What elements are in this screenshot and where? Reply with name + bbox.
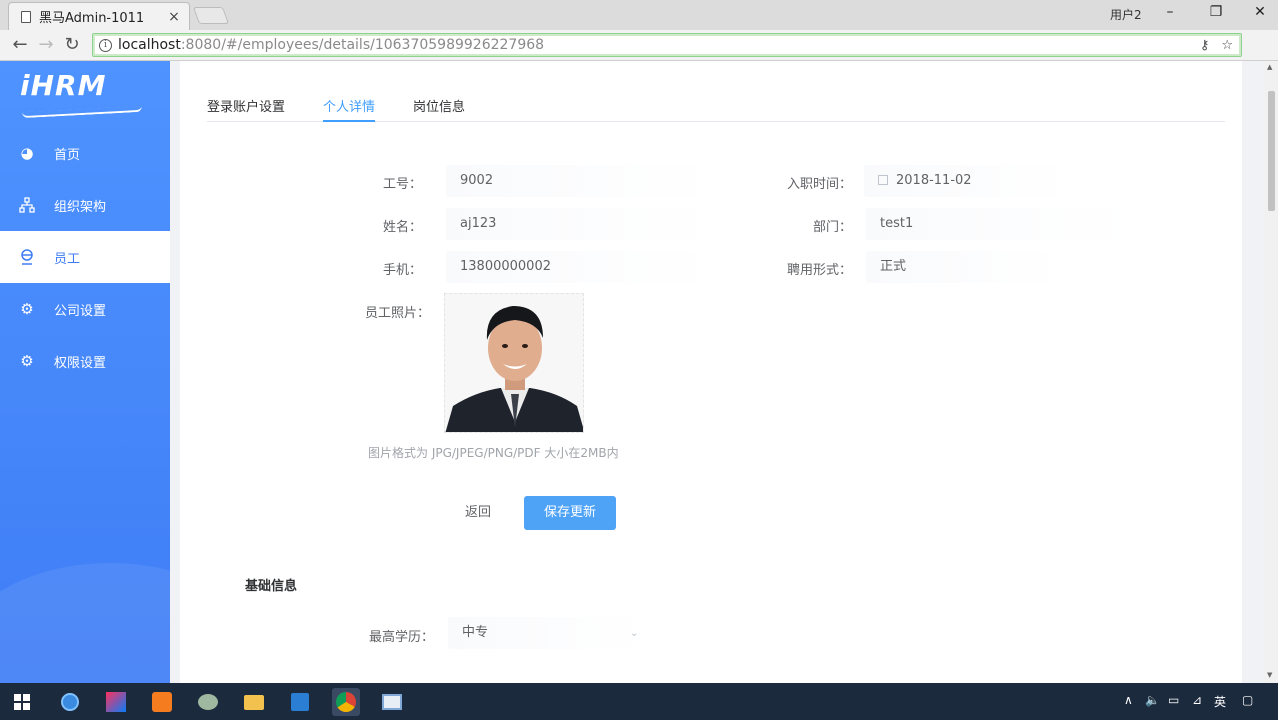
ie-icon[interactable]	[56, 688, 84, 716]
intellij-icon[interactable]	[102, 688, 130, 716]
sublime-icon[interactable]	[148, 688, 176, 716]
close-icon[interactable]: ✕	[1250, 4, 1270, 20]
sidebar-item-label: 员工	[54, 251, 81, 267]
forward-icon[interactable]: →	[36, 35, 56, 55]
volume-icon[interactable]: 🔈	[1145, 693, 1160, 707]
dashboard-icon: ◕	[20, 144, 34, 162]
app-icon[interactable]	[194, 688, 222, 716]
window-icon[interactable]	[378, 688, 406, 716]
reload-icon[interactable]: ↻	[62, 35, 82, 55]
tab-title: 黑马Admin-1011	[39, 11, 145, 26]
phone-field[interactable]: 13800000002	[446, 251, 716, 283]
employment-type-select[interactable]: 正式	[866, 251, 1062, 283]
main-content: 登录账户设置 个人详情 岗位信息 工号： 9002 入职时间： 2018-11-…	[170, 61, 1265, 701]
browser-user-label[interactable]: 用户2	[1110, 6, 1142, 23]
network-icon[interactable]: ⊿	[1192, 693, 1202, 707]
address-bar-row: ← → ↻ i localhost :8080/#/employees/deta…	[0, 30, 1278, 61]
notification-icon[interactable]: ▢	[1242, 693, 1253, 707]
sidebar-item-permission-settings[interactable]: ⚙ 权限设置	[0, 335, 170, 387]
chrome-icon[interactable]	[332, 688, 360, 716]
hire-date-label: 入职时间：	[786, 177, 852, 192]
logo: iHRM	[20, 69, 107, 102]
calendar-icon	[878, 175, 888, 185]
back-icon[interactable]: ←	[10, 35, 30, 55]
sidebar-item-label: 权限设置	[54, 355, 107, 371]
employment-type-label: 聘用形式：	[786, 263, 852, 278]
sidebar: iHRM ◕ 首页 组织架构 员工 ⚙ 公司设置 ⚙ 权限设置	[0, 61, 170, 683]
photo-label: 员工照片：	[364, 306, 430, 321]
department-label: 部门：	[812, 220, 852, 235]
employee-no-label: 工号：	[382, 177, 422, 192]
taskbar: ∧ 🔈 ▭ ⊿ 英 ▢	[0, 683, 1278, 720]
photo-format-hint: 图片格式为 JPG/JPEG/PNG/PDF 大小在2MB内	[368, 446, 619, 460]
sidebar-item-org[interactable]: 组织架构	[0, 179, 170, 231]
page-scrollbar[interactable]: ▲ ▼	[1265, 61, 1278, 683]
doc-icon	[21, 10, 31, 23]
section-title-basic-info: 基础信息	[245, 579, 298, 594]
org-chart-icon	[18, 196, 36, 214]
employee-icon	[18, 248, 36, 266]
battery-icon[interactable]: ▭	[1168, 693, 1179, 707]
tab-close-icon[interactable]: ×	[167, 9, 181, 25]
scroll-up-icon[interactable]: ▲	[1267, 63, 1272, 71]
tab-personal-details[interactable]: 个人详情	[323, 96, 376, 122]
employee-no-field[interactable]: 9002	[446, 165, 716, 197]
vscode-icon[interactable]	[286, 688, 314, 716]
sidebar-menu: ◕ 首页 组织架构 员工 ⚙ 公司设置 ⚙ 权限设置	[0, 127, 170, 387]
url-input[interactable]: i localhost :8080/#/employees/details/10…	[92, 33, 1242, 57]
department-field[interactable]: test1	[866, 208, 1134, 240]
tab-login-account[interactable]: 登录账户设置	[207, 96, 285, 122]
scroll-down-icon[interactable]: ▼	[1267, 671, 1272, 679]
chevron-up-icon[interactable]: ∧	[1124, 693, 1133, 707]
maximize-icon[interactable]: ❐	[1206, 4, 1226, 20]
chevron-down-icon[interactable]: ⌄	[630, 628, 638, 639]
sidebar-item-company-settings[interactable]: ⚙ 公司设置	[0, 283, 170, 335]
sidebar-item-label: 组织架构	[54, 199, 107, 215]
sidebar-item-employees[interactable]: 员工	[0, 231, 170, 283]
employee-photo-uploader[interactable]	[444, 293, 584, 433]
star-icon[interactable]: ☆	[1221, 38, 1233, 53]
gear-icon: ⚙	[20, 300, 34, 318]
new-tab-button[interactable]	[192, 7, 230, 24]
sidebar-item-home[interactable]: ◕ 首页	[0, 127, 170, 179]
phone-label: 手机：	[382, 263, 422, 278]
hire-date-value: 2018-11-02	[896, 173, 972, 188]
browser-tab[interactable]: 黑马Admin-1011 ×	[8, 2, 190, 30]
start-icon[interactable]	[8, 688, 36, 716]
education-select[interactable]: 中专	[448, 617, 648, 649]
hire-date-field[interactable]: 2018-11-02	[864, 165, 1074, 197]
employee-photo	[445, 294, 583, 432]
sidebar-item-label: 公司设置	[54, 303, 107, 319]
name-label: 姓名：	[382, 220, 422, 235]
ime-indicator[interactable]: 英	[1214, 693, 1226, 710]
gear-icon: ⚙	[20, 352, 34, 370]
folder-icon[interactable]	[240, 688, 268, 716]
minimize-icon[interactable]: –	[1160, 4, 1180, 20]
scrollbar-thumb[interactable]	[1268, 91, 1275, 211]
key-icon[interactable]: ⚷	[1200, 38, 1210, 53]
details-card: 登录账户设置 个人详情 岗位信息 工号： 9002 入职时间： 2018-11-…	[180, 61, 1242, 701]
sidebar-item-label: 首页	[54, 147, 81, 163]
url-host: localhost	[118, 37, 181, 53]
back-button[interactable]: 返回	[448, 497, 508, 529]
info-icon[interactable]: i	[99, 38, 112, 52]
save-button[interactable]: 保存更新	[524, 496, 616, 530]
url-path: :8080/#/employees/details/10637059899262…	[180, 37, 545, 53]
detail-tabs: 登录账户设置 个人详情 岗位信息	[207, 94, 1225, 122]
name-field[interactable]: aj123	[446, 208, 716, 240]
tab-position-info[interactable]: 岗位信息	[413, 96, 465, 122]
education-label: 最高学历：	[368, 630, 434, 645]
browser-tab-strip: 黑马Admin-1011 × 用户2 – ❐ ✕	[0, 0, 1278, 30]
